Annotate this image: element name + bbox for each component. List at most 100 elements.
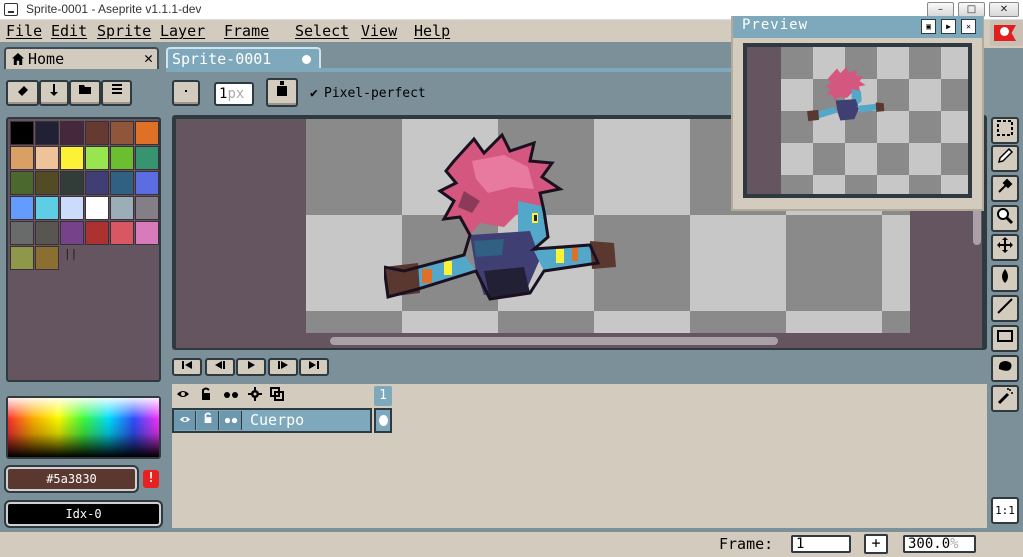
- palette-swatch[interactable]: [35, 221, 59, 245]
- rectangle-tool[interactable]: [991, 325, 1019, 352]
- layer-continuous-icon[interactable]: [220, 411, 242, 430]
- palette-swatch[interactable]: [85, 121, 109, 145]
- menu-help[interactable]: Help: [414, 22, 450, 40]
- settings-header-icon[interactable]: [244, 387, 266, 405]
- menu-edit[interactable]: Edit: [51, 22, 87, 40]
- palette-swatch[interactable]: [135, 146, 159, 170]
- palette-swatch[interactable]: [60, 121, 84, 145]
- marquee-icon: [997, 120, 1013, 136]
- palette-swatch[interactable]: [60, 196, 84, 220]
- eraser-mode-button[interactable]: [6, 80, 39, 106]
- frame-number-input[interactable]: 1: [791, 535, 851, 553]
- add-frame-button[interactable]: +: [864, 534, 888, 554]
- last-frame-button[interactable]: [299, 358, 329, 376]
- palette-swatch[interactable]: [85, 196, 109, 220]
- palette-swatch[interactable]: [60, 146, 84, 170]
- horizontal-scroll-thumb[interactable]: [330, 337, 778, 345]
- continuous-header-icon[interactable]: [220, 387, 242, 405]
- rectangular-marquee-tool[interactable]: [991, 117, 1019, 144]
- line-tool[interactable]: [991, 295, 1019, 322]
- color-spectrum-picker[interactable]: [6, 396, 161, 459]
- visibility-header-icon[interactable]: [172, 387, 194, 405]
- preview-play-button[interactable]: ▶: [941, 19, 956, 34]
- lock-header-icon[interactable]: [195, 387, 217, 405]
- menu-select[interactable]: Select: [295, 22, 349, 40]
- minimize-button[interactable]: –: [927, 2, 954, 17]
- palette-swatch[interactable]: [85, 146, 109, 170]
- menu-layer[interactable]: Layer: [160, 22, 205, 40]
- zoom-tool[interactable]: [991, 205, 1019, 232]
- zoom-level-input[interactable]: 300.0%: [903, 535, 976, 553]
- palette-swatch[interactable]: [10, 171, 34, 195]
- folder-button[interactable]: [69, 80, 101, 106]
- eye-icon: [177, 391, 189, 397]
- menu-sprite[interactable]: Sprite: [97, 22, 151, 40]
- flag-icon: [994, 25, 1016, 41]
- preview-mode-button[interactable]: ▣: [921, 19, 936, 34]
- close-tab-icon[interactable]: ✕: [144, 49, 153, 67]
- frame-header-1[interactable]: 1: [374, 386, 392, 406]
- preview-canvas[interactable]: [747, 47, 968, 194]
- palette-swatch[interactable]: [10, 246, 34, 270]
- palette-swatch[interactable]: [135, 171, 159, 195]
- move-tool[interactable]: [991, 234, 1019, 261]
- menu-file[interactable]: File: [6, 22, 42, 40]
- warning-icon[interactable]: !: [143, 470, 159, 488]
- palette-swatch[interactable]: [10, 121, 34, 145]
- paint-bucket-tool[interactable]: [991, 265, 1019, 292]
- palette-swatch[interactable]: [60, 221, 84, 245]
- palette-resize-handle[interactable]: ||: [64, 247, 77, 260]
- brush-size-input[interactable]: 1px: [214, 82, 254, 106]
- background-color-button[interactable]: Idx-0: [4, 500, 163, 528]
- palette-swatch[interactable]: [10, 146, 34, 170]
- eyedropper-tool[interactable]: [991, 175, 1019, 202]
- palette-swatch[interactable]: [35, 196, 59, 220]
- palette-swatch[interactable]: [110, 196, 134, 220]
- layer-visibility-icon[interactable]: [174, 411, 196, 430]
- onion-skin-header-icon[interactable]: [266, 387, 288, 405]
- palette-swatch[interactable]: [35, 121, 59, 145]
- palette-swatch[interactable]: [35, 171, 59, 195]
- keyframe-dot-icon: [379, 415, 388, 426]
- play-button[interactable]: [236, 358, 266, 376]
- palette-swatch[interactable]: [135, 221, 159, 245]
- ink-type-button[interactable]: [266, 78, 298, 107]
- next-frame-button[interactable]: [268, 358, 298, 376]
- palette-swatch[interactable]: [10, 196, 34, 220]
- palette-swatch[interactable]: [10, 221, 34, 245]
- spray-tool[interactable]: [991, 385, 1019, 412]
- palette-swatch[interactable]: [35, 146, 59, 170]
- preview-close-button[interactable]: ✕: [961, 19, 976, 34]
- palette-swatch[interactable]: [85, 221, 109, 245]
- pencil-tool[interactable]: [991, 145, 1019, 172]
- notifications-button[interactable]: [990, 20, 1023, 46]
- palette-swatch[interactable]: [110, 146, 134, 170]
- layer-lock-icon[interactable]: [197, 411, 219, 430]
- close-window-button[interactable]: ✕: [989, 2, 1019, 17]
- maximize-button[interactable]: □: [958, 2, 985, 17]
- palette-swatch[interactable]: [110, 121, 134, 145]
- brush-type-button[interactable]: [172, 80, 200, 106]
- foreground-color-button[interactable]: #5a3830: [4, 465, 139, 493]
- zoom-icon: [997, 208, 1014, 225]
- pixel-ratio-button[interactable]: 1:1: [991, 497, 1019, 524]
- contour-tool[interactable]: [991, 355, 1019, 382]
- palette-swatch[interactable]: [135, 196, 159, 220]
- palette-swatch[interactable]: [85, 171, 109, 195]
- first-frame-button[interactable]: [172, 358, 202, 376]
- palette-swatch[interactable]: [60, 171, 84, 195]
- palette-options-button[interactable]: [101, 80, 132, 106]
- tab-home[interactable]: Home ✕: [4, 47, 159, 69]
- menu-frame[interactable]: Frame: [224, 22, 269, 40]
- palette-swatch[interactable]: [110, 171, 134, 195]
- layer-row-cuerpo[interactable]: Cuerpo: [172, 408, 372, 433]
- tab-sprite-0001[interactable]: Sprite-0001: [166, 47, 321, 69]
- previous-frame-button[interactable]: [205, 358, 235, 376]
- pixel-perfect-toggle[interactable]: ✔ Pixel-perfect: [310, 86, 426, 101]
- palette-swatch[interactable]: [110, 221, 134, 245]
- palette-swatch[interactable]: [135, 121, 159, 145]
- down-arrow-button[interactable]: [39, 80, 69, 106]
- cel-frame-1[interactable]: [374, 408, 392, 433]
- menu-view[interactable]: View: [361, 22, 397, 40]
- palette-swatch[interactable]: [35, 246, 59, 270]
